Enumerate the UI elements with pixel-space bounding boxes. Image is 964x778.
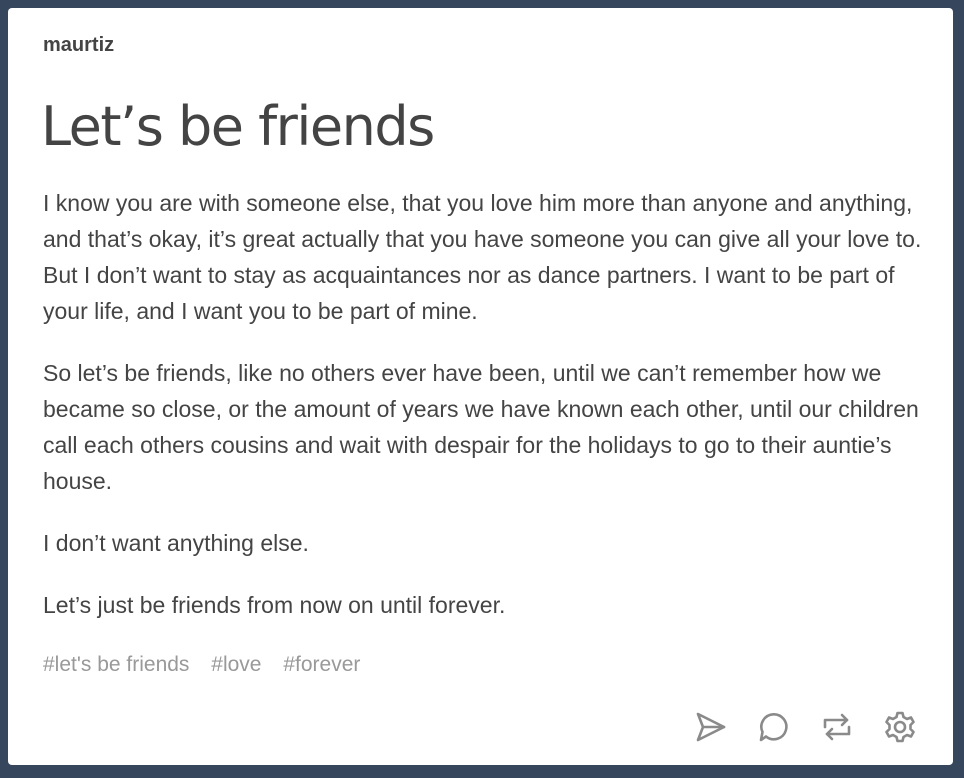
reblog-button[interactable] [818,708,855,745]
post-paragraph: I don’t want anything else. [43,530,309,556]
post-paragraph: I know you are with someone else, that y… [43,190,922,324]
settings-button[interactable] [881,708,918,745]
post-actions [692,708,918,745]
reply-button[interactable] [755,708,792,745]
gear-icon [884,711,915,742]
tag-link[interactable]: #forever [283,653,360,676]
post-paragraph: Let’s just be friends from now on until … [43,592,506,618]
post-tags: #let's be friends #love #forever [43,653,376,677]
share-button[interactable] [692,708,729,745]
post-card: maurtiz Let’s be friends I know you are … [8,8,953,765]
speech-bubble-icon [759,712,788,741]
post-author-link[interactable]: maurtiz [43,34,114,57]
tag-link[interactable]: #let's be friends [43,653,189,676]
post-paragraph: So let’s be friends, like no others ever… [43,360,919,494]
post-body: I know you are with someone else, that y… [43,185,923,649]
paper-plane-icon [696,712,725,741]
post-title: Let’s be friends [41,95,435,158]
tag-link[interactable]: #love [211,653,261,676]
reblog-icon [823,713,850,740]
